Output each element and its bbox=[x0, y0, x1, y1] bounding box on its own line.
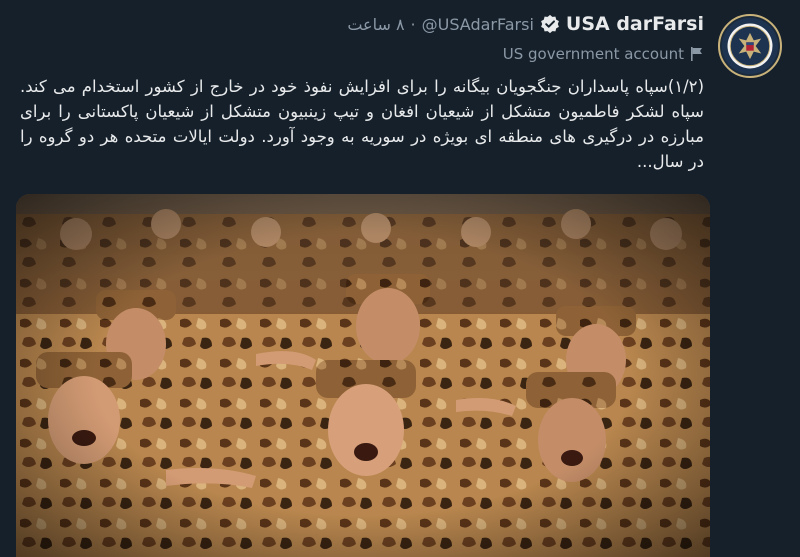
tweet-text: (۱/۲)سپاه پاسداران جنگجویان بیگانه را بر… bbox=[20, 77, 704, 171]
government-account-label: US government account bbox=[502, 45, 684, 63]
verified-badge-icon bbox=[540, 14, 560, 34]
government-flag-icon bbox=[690, 46, 704, 62]
account-label[interactable]: US government account bbox=[503, 45, 704, 63]
soldiers-photo bbox=[16, 194, 710, 557]
seal-icon bbox=[721, 17, 779, 75]
tweet[interactable]: USA darFarsi @USAdarFarsi · ۸ ساعت US go… bbox=[0, 0, 800, 557]
separator-dot: · bbox=[410, 14, 416, 34]
tweet-header: USA darFarsi @USAdarFarsi · ۸ ساعت bbox=[347, 10, 704, 38]
display-name[interactable]: USA darFarsi bbox=[566, 13, 704, 35]
tweet-photo[interactable] bbox=[16, 194, 710, 557]
handle[interactable]: @USAdarFarsi bbox=[422, 15, 534, 34]
timestamp[interactable]: ۸ ساعت bbox=[347, 15, 404, 34]
avatar[interactable] bbox=[718, 14, 782, 78]
